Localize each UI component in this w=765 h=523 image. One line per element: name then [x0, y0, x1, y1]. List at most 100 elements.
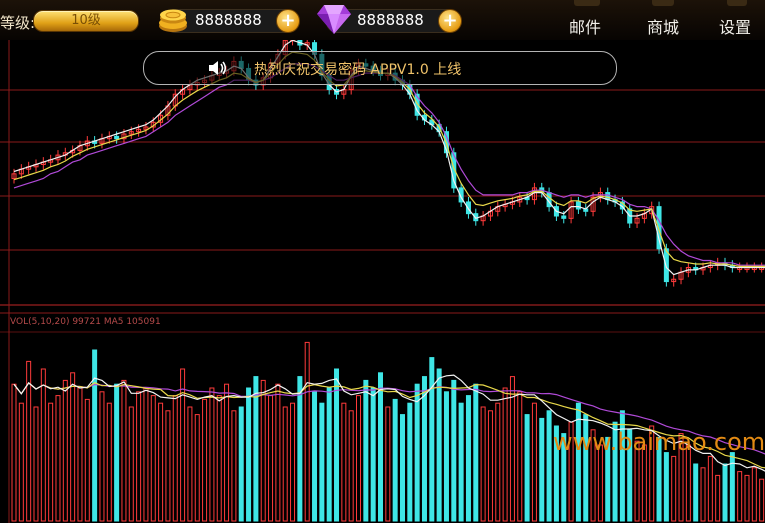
volume-bar — [421, 376, 427, 522]
volume-bar — [180, 368, 186, 522]
volume-bar — [260, 379, 266, 522]
shop-icon — [652, 0, 674, 6]
volume-bar — [253, 376, 259, 522]
volume-bar — [143, 387, 149, 522]
volume-bar — [407, 402, 413, 522]
volume-bar — [641, 444, 647, 522]
volume-bar — [663, 452, 669, 522]
volume-bar — [451, 379, 457, 522]
volume-bar — [70, 372, 76, 522]
volume-bar — [707, 455, 713, 522]
volume-bar — [194, 414, 200, 522]
volume-bar — [136, 391, 142, 522]
volume-bar — [319, 402, 325, 522]
volume-bar — [238, 406, 244, 522]
watermark: www.baimao.com — [553, 428, 765, 456]
nav-mail[interactable]: 邮件 — [569, 14, 601, 38]
volume-bar — [509, 376, 515, 522]
volume-bar — [348, 410, 354, 522]
volume-bar — [597, 444, 603, 522]
volume-bar — [517, 391, 523, 522]
candle — [575, 201, 581, 210]
volume-bar — [312, 391, 318, 522]
volume-bar — [458, 402, 464, 522]
volume-bar — [246, 387, 252, 522]
coin-value: 8888888 — [195, 11, 262, 29]
volume-bar — [62, 379, 68, 522]
volume-bar — [700, 467, 706, 522]
volume-bar — [231, 410, 237, 522]
volume-bar — [55, 395, 61, 522]
volume-bar — [290, 402, 296, 522]
ma-long-line — [13, 63, 765, 266]
volume-bar — [150, 395, 156, 522]
level-label: 等级: — [0, 14, 36, 32]
volume-bar — [495, 402, 501, 522]
volume-bar — [480, 406, 486, 522]
volume-bar — [715, 474, 721, 522]
add-gems-button[interactable]: + — [438, 9, 462, 33]
volume-bar — [524, 414, 530, 522]
volume-bar — [216, 395, 222, 522]
volume-bar — [165, 410, 171, 522]
announcement-text: 热烈庆祝交易密码 APPV1.0 上线 — [254, 62, 462, 78]
add-coins-button[interactable]: + — [276, 9, 300, 33]
top-bar: 等级: 10级 8888888 + 8888888 + 邮件 商城 设置 — [0, 0, 765, 40]
volume-bar — [473, 383, 479, 522]
volume-bar — [744, 474, 750, 522]
candle — [114, 135, 120, 140]
level-badge: 10级 — [33, 10, 139, 32]
volume-bar — [392, 398, 398, 522]
volume-bar — [33, 406, 39, 522]
volume-bar — [114, 383, 120, 522]
volume-bar — [48, 402, 54, 522]
volume-bar — [172, 395, 178, 522]
candle — [561, 215, 567, 219]
volume-bar — [399, 414, 405, 522]
nav-settings[interactable]: 设置 — [719, 14, 751, 38]
volume-bar — [414, 383, 420, 522]
volume-bar — [737, 471, 743, 522]
volume-bar — [378, 372, 383, 522]
volume-bar — [268, 395, 274, 522]
volume-bar — [106, 402, 112, 522]
settings-icon — [727, 0, 747, 6]
volume-bar — [158, 402, 164, 522]
volume-bar — [443, 391, 449, 522]
volume-bar — [465, 395, 471, 522]
volume-bar — [202, 398, 208, 522]
volume-bar — [84, 398, 90, 522]
volume-bar — [363, 379, 369, 522]
volume-bar — [671, 455, 677, 522]
nav-shop[interactable]: 商城 — [647, 14, 679, 38]
volume-bar — [546, 410, 552, 522]
volume-bar — [722, 463, 728, 522]
gem-value: 8888888 — [357, 11, 424, 29]
speaker-icon — [209, 61, 227, 75]
volume-bar — [759, 478, 765, 522]
volume-bar — [385, 406, 391, 522]
volume-bar — [370, 387, 376, 522]
volume-bar — [539, 417, 545, 522]
volume-bar — [685, 444, 691, 522]
announcement-banner[interactable]: 热烈庆祝交易密码 APPV1.0 上线 — [143, 51, 617, 85]
volume-bar — [209, 387, 215, 522]
volume-bar — [275, 383, 281, 522]
volume-bar — [487, 410, 493, 522]
volume-bar — [436, 368, 442, 522]
coin-stack-icon — [159, 9, 187, 32]
volume-bar — [77, 387, 83, 522]
volume-bar — [282, 406, 288, 522]
volume-bar — [224, 383, 230, 522]
volume-bar — [11, 383, 17, 522]
mail-icon — [574, 0, 600, 6]
volume-bar — [751, 467, 757, 522]
volume-bar — [341, 402, 347, 522]
volume-bar — [304, 341, 310, 522]
diamond-icon — [317, 5, 351, 34]
volume-bar — [187, 406, 193, 522]
volume-bar — [693, 463, 699, 522]
volume-bar — [128, 406, 134, 522]
volume-bar — [575, 402, 581, 522]
volume-bar — [334, 368, 340, 522]
